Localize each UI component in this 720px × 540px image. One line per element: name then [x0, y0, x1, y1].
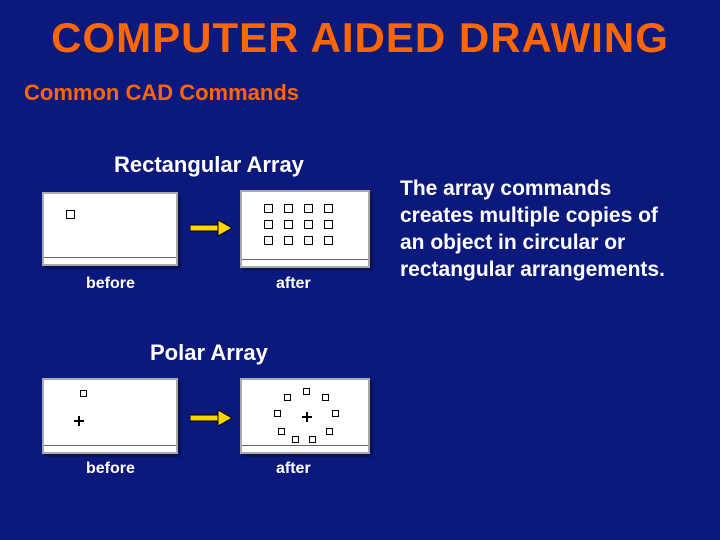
- rect-after-caption: after: [276, 275, 311, 293]
- rect-before-caption: before: [86, 275, 135, 293]
- polar-after-caption: after: [276, 460, 311, 478]
- rect-before-panel: [42, 192, 178, 266]
- center-cross-icon: [302, 412, 312, 422]
- page-subtitle: Common CAD Commands: [0, 80, 720, 106]
- arrow-icon: [190, 220, 232, 236]
- description-text: The array commands creates multiple copi…: [400, 176, 680, 284]
- shape-square-icon: [80, 390, 87, 397]
- center-cross-icon: [74, 416, 84, 426]
- rect-after-panel: [240, 190, 370, 268]
- rect-array-heading: Rectangular Array: [114, 152, 304, 178]
- polar-before-panel: [42, 378, 178, 454]
- polar-before-caption: before: [86, 460, 135, 478]
- polar-after-panel: [240, 378, 370, 454]
- page-title: COMPUTER AIDED DRAWING: [0, 0, 720, 62]
- polar-array-heading: Polar Array: [150, 340, 268, 366]
- arrow-icon: [190, 410, 232, 426]
- shape-square-icon: [66, 210, 75, 219]
